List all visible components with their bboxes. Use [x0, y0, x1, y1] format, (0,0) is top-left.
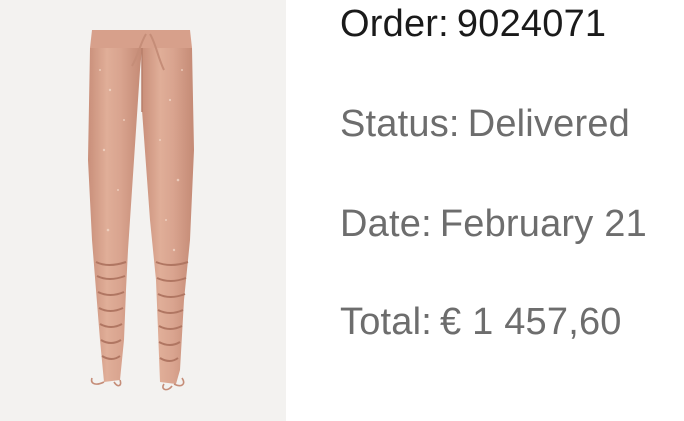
date-value: February 21	[439, 203, 647, 245]
order-date: Date: February 21	[340, 202, 647, 246]
order-row[interactable]: Order: 9024071 Status: Delivered Date: Febr…	[0, 0, 684, 421]
status-value: Delivered	[467, 103, 631, 145]
status-label: Status:	[340, 103, 460, 145]
order-label: Order:	[340, 3, 449, 45]
date-label: Date:	[340, 203, 432, 245]
order-number: Order: 9024071	[340, 2, 606, 46]
order-status: Status: Delivered	[340, 102, 630, 146]
order-details: Order: 9024071 Status: Delivered Date: Febr…	[340, 0, 684, 421]
pants-image-icon	[88, 30, 194, 391]
total-value: € 1 457,60	[440, 301, 622, 343]
order-value: 9024071	[456, 3, 607, 45]
order-total: Total: € 1 457,60	[340, 300, 622, 344]
product-thumbnail[interactable]	[0, 0, 286, 421]
total-label: Total:	[340, 301, 433, 343]
